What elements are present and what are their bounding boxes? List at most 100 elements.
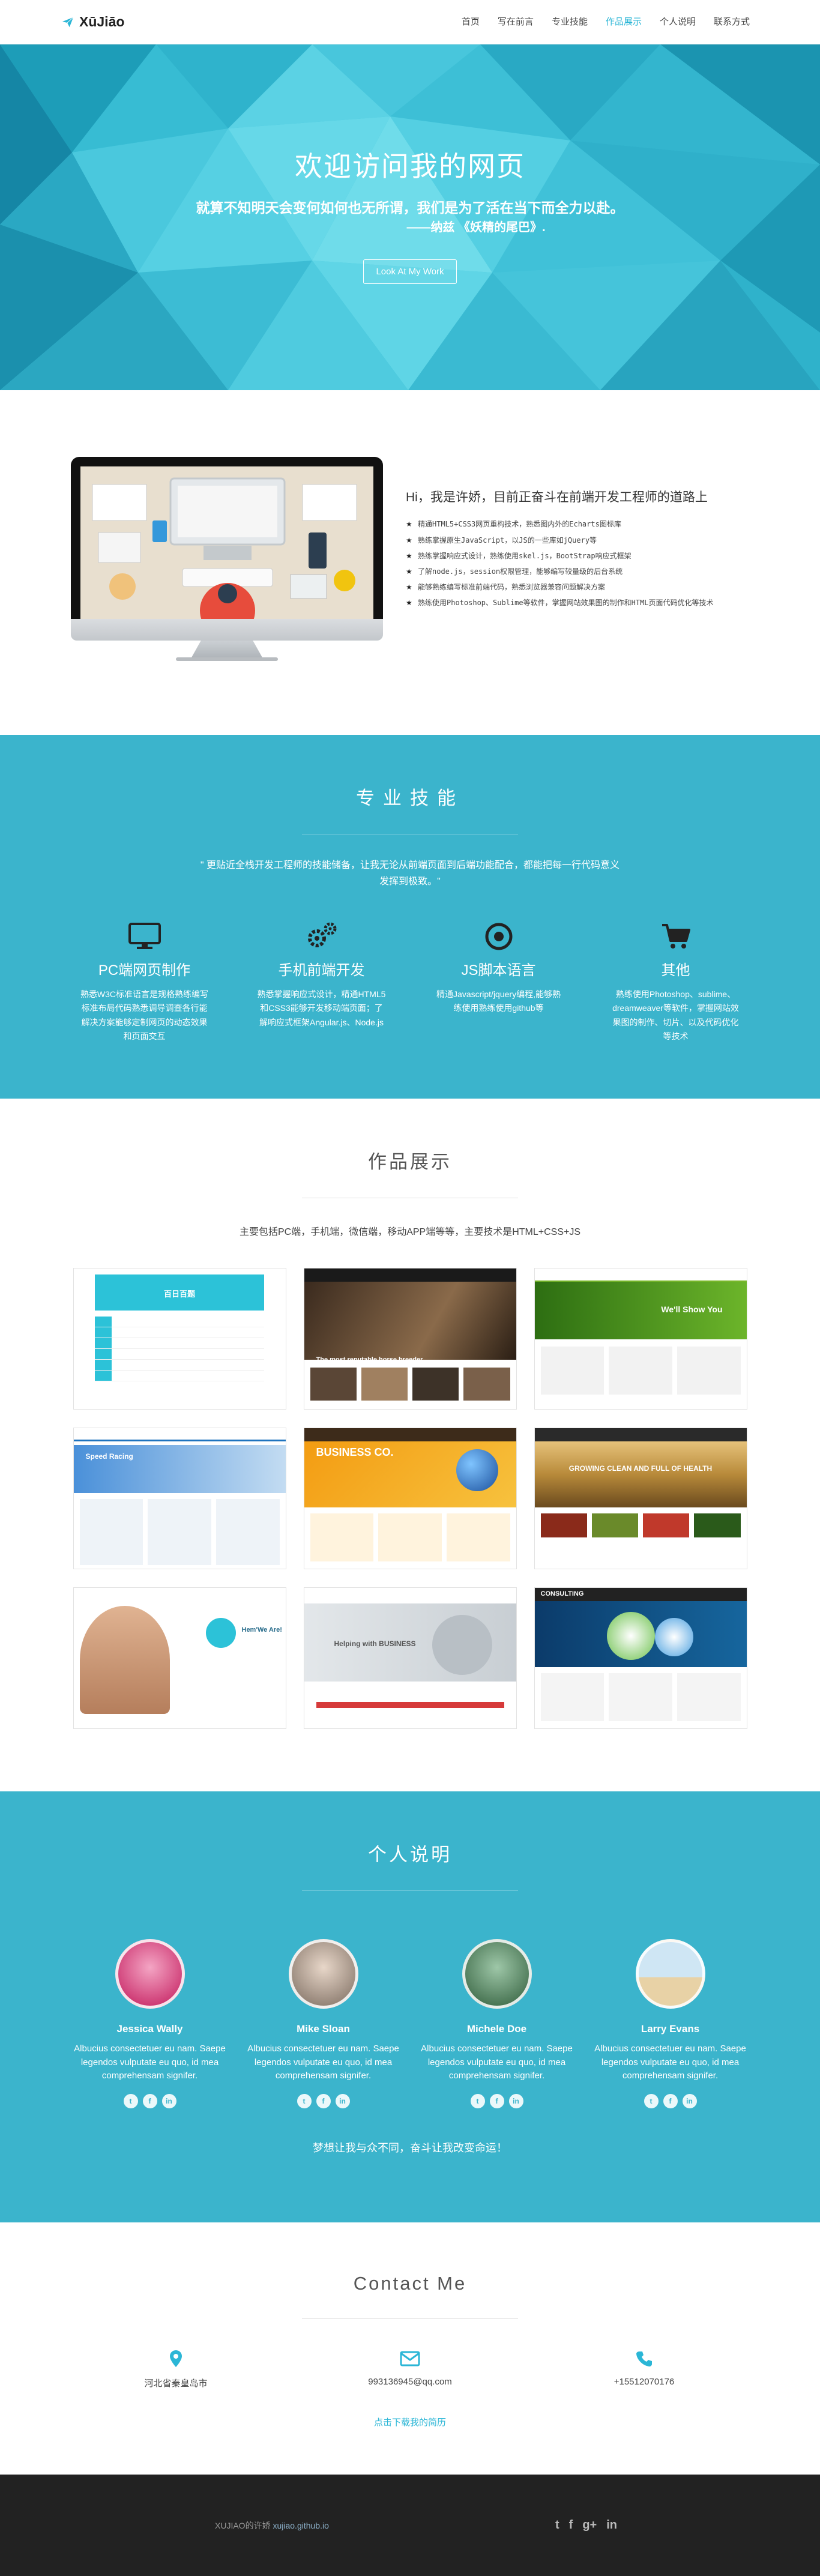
member-socials: t f in xyxy=(421,2093,573,2108)
portfolio-thumb-6[interactable]: GROWING CLEAN AND FULL OF HEALTH xyxy=(534,1428,747,1569)
portfolio-thumb-7[interactable]: Hem'We Are! xyxy=(73,1587,286,1729)
contact-email[interactable]: 993136945@qq.com xyxy=(293,2377,527,2387)
hero-section: 欢迎访问我的网页 就算不知明天会变何如何也无所谓，我们是为了活在当下而全力以赴。… xyxy=(0,44,820,390)
star-icon: ★ xyxy=(406,567,412,576)
look-at-my-work-button[interactable]: Look At My Work xyxy=(363,259,457,284)
avatar xyxy=(115,1939,185,2009)
member-card: Jessica Wally Albucius consectetuer eu n… xyxy=(63,1939,237,2108)
about-list: ★ 精通HTML5+CSS3网页重构技术，熟悉图内外的Echarts图标库 ★ 熟练… xyxy=(406,519,749,609)
linkedin-icon[interactable]: in xyxy=(508,2093,523,2108)
about-text: Hi，我是许娇，目前正奋斗在前端开发工程师的道路上 ★ 精通HTML5+CSS3网… xyxy=(406,487,749,613)
portfolio-thumb-3[interactable]: We'll Show You xyxy=(534,1268,747,1410)
linkedin-icon[interactable]: in xyxy=(161,2093,176,2108)
avatar xyxy=(288,1939,358,2009)
twitter-icon[interactable]: t xyxy=(470,2093,485,2108)
about-list-item: ★ 精通HTML5+CSS3网页重构技术，熟悉图内外的Echarts图标库 xyxy=(406,519,749,530)
nav-link-home[interactable]: 首页 xyxy=(453,0,489,44)
contact-item-phone: +15512070176 xyxy=(527,2348,761,2389)
nav-link-contact[interactable]: 联系方式 xyxy=(705,0,759,44)
member-card: Mike Sloan Albucius consectetuer eu nam.… xyxy=(237,1939,410,2108)
skill-title: 其他 xyxy=(661,962,690,979)
skill-text: 熟练使用Photoshop、sublime、dreamweaver等软件，掌握网… xyxy=(612,989,739,1041)
twitter-icon[interactable]: t xyxy=(297,2093,312,2108)
about-heading: Hi，我是许娇，目前正奋斗在前端开发工程师的道路上 xyxy=(406,490,708,505)
about-list-item: ★ 了解node.js，session权限管理，能够编写较量级的后台系统 xyxy=(406,566,749,578)
nav-link-skills[interactable]: 专业技能 xyxy=(543,0,597,44)
portfolio-grid: 百日百题 The most reputable horse breeder We… xyxy=(0,1268,820,1729)
skill-text: 熟悉掌握响应式设计，精通HTML5和CSS3能够开发移动端页面；了解响应式框架A… xyxy=(257,989,386,1027)
phone-icon xyxy=(527,2348,761,2369)
mail-icon xyxy=(293,2348,527,2369)
desk-illustration xyxy=(80,466,373,619)
contact-phone: +15512070176 xyxy=(613,2377,675,2387)
member-name: Mike Sloan xyxy=(297,2023,350,2035)
avatar xyxy=(635,1939,705,2009)
twitter-icon[interactable]: t xyxy=(644,2093,659,2108)
portfolio-thumb-4[interactable]: Speed Racing xyxy=(73,1428,286,1569)
member-bio: Albucius consectetuer eu nam. Saepe lege… xyxy=(421,2044,573,2081)
about-list-item: ★ 熟练掌握原生JavaScript，以JS的一些库如jQuery等 xyxy=(406,535,749,546)
skill-text: 精通Javascript/jquery编程,能够熟练使用熟练使用github等 xyxy=(436,989,561,1013)
footer-text: XUJIAO的许娇 xyxy=(215,2520,271,2530)
skill-card: 其他 熟练使用Photoshop、sublime、dreamweaver等软件，… xyxy=(587,920,764,1043)
contact-title: Contact Me xyxy=(353,2273,467,2294)
skills-title: 专业技能 xyxy=(356,788,464,809)
member-socials: t f in xyxy=(594,2093,746,2108)
team-title: 个人说明 xyxy=(368,1844,452,1865)
linkedin-icon[interactable]: in xyxy=(682,2093,697,2108)
member-bio: Albucius consectetuer eu nam. Saepe lege… xyxy=(247,2044,399,2081)
facebook-icon[interactable]: f xyxy=(569,2518,573,2532)
skill-title: 手机前端开发 xyxy=(278,962,365,979)
skills-section: 专业技能 " 更贴近全栈开发工程师的技能储备，让我无论从前端页面到后端功能配合，… xyxy=(0,735,820,1099)
brand-name: XūJiāo xyxy=(79,14,125,29)
member-card: Michele Doe Albucius consectetuer eu nam… xyxy=(410,1939,583,2108)
star-icon: ★ xyxy=(406,551,412,560)
works-title: 作品展示 xyxy=(368,1151,452,1172)
about-section: Hi，我是许娇，目前正奋斗在前端开发工程师的道路上 ★ 精通HTML5+CSS3网… xyxy=(0,390,820,735)
hero-title: 欢迎访问我的网页 xyxy=(295,150,525,183)
skill-title: PC端网页制作 xyxy=(98,962,191,979)
hero-quote: ——纳兹 《妖精的尾巴》. xyxy=(406,220,546,234)
skill-card: JS脚本语言 精通Javascript/jquery编程,能够熟练使用熟练使用g… xyxy=(410,920,587,1043)
portfolio-thumb-8[interactable]: Helping with BUSINESS xyxy=(303,1587,517,1729)
facebook-icon[interactable]: f xyxy=(142,2093,157,2108)
twitter-icon[interactable]: t xyxy=(555,2518,559,2532)
star-icon: ★ xyxy=(406,599,412,608)
nav-link-works[interactable]: 作品展示 xyxy=(597,0,651,44)
linkedin-icon[interactable]: in xyxy=(606,2518,617,2532)
nav-links: 首页 写在前言 专业技能 作品展示 个人说明 联系方式 xyxy=(453,0,759,44)
contact-section: Contact Me 河北省秦皇岛市 993136945@qq.com +155… xyxy=(0,2222,820,2475)
portfolio-thumb-1[interactable]: 百日百题 xyxy=(73,1268,286,1410)
portfolio-thumb-5[interactable]: BUSINESS CO. xyxy=(303,1428,517,1569)
footer-credit: XUJIAO的许娇 xujiao.github.io xyxy=(215,2520,329,2532)
twitter-icon[interactable]: t xyxy=(123,2093,138,2108)
skills-row: PC端网页制作 熟悉W3C标准语言是规格熟练编写标准布局代码熟悉调导调查各行能解… xyxy=(0,920,820,1043)
portfolio-thumb-9[interactable]: CONSULTING xyxy=(534,1587,747,1729)
members-row: Jessica Wally Albucius consectetuer eu n… xyxy=(0,1939,820,2108)
nav-link-preface[interactable]: 写在前言 xyxy=(489,0,543,44)
download-resume-link[interactable]: 点击下载我的简历 xyxy=(374,2416,446,2428)
nav-link-about[interactable]: 个人说明 xyxy=(651,0,705,44)
contact-item-email: 993136945@qq.com xyxy=(293,2348,527,2389)
linkedin-icon[interactable]: in xyxy=(335,2093,350,2108)
skills-intro: " 更贴近全栈开发工程师的技能储备，让我无论从前端页面到后端功能配合，都能把每一… xyxy=(200,860,620,887)
skill-card: PC端网页制作 熟悉W3C标准语言是规格熟练编写标准布局代码熟悉调导调查各行能解… xyxy=(56,920,233,1043)
facebook-icon[interactable]: f xyxy=(316,2093,331,2108)
facebook-icon[interactable]: f xyxy=(489,2093,504,2108)
portfolio-thumb-2[interactable]: The most reputable horse breeder xyxy=(303,1268,517,1410)
member-name: Michele Doe xyxy=(466,2023,527,2035)
team-section: 个人说明 Jessica Wally Albucius consectetuer… xyxy=(0,1791,820,2222)
brand-logo[interactable]: XūJiāo xyxy=(61,14,124,30)
contact-row: 河北省秦皇岛市 993136945@qq.com +15512070176 xyxy=(0,2348,820,2389)
member-name: Larry Evans xyxy=(641,2023,700,2035)
member-card: Larry Evans Albucius consectetuer eu nam… xyxy=(583,1939,757,2108)
google-plus-icon[interactable]: g+ xyxy=(582,2518,597,2532)
star-icon: ★ xyxy=(406,535,412,544)
star-icon: ★ xyxy=(406,520,412,529)
star-icon: ★ xyxy=(406,583,412,592)
facebook-icon[interactable]: f xyxy=(663,2093,678,2108)
member-name: Jessica Wally xyxy=(116,2023,183,2035)
imac-screen xyxy=(71,457,383,619)
member-socials: t f in xyxy=(247,2093,399,2108)
footer-link[interactable]: xujiao.github.io xyxy=(273,2521,328,2530)
